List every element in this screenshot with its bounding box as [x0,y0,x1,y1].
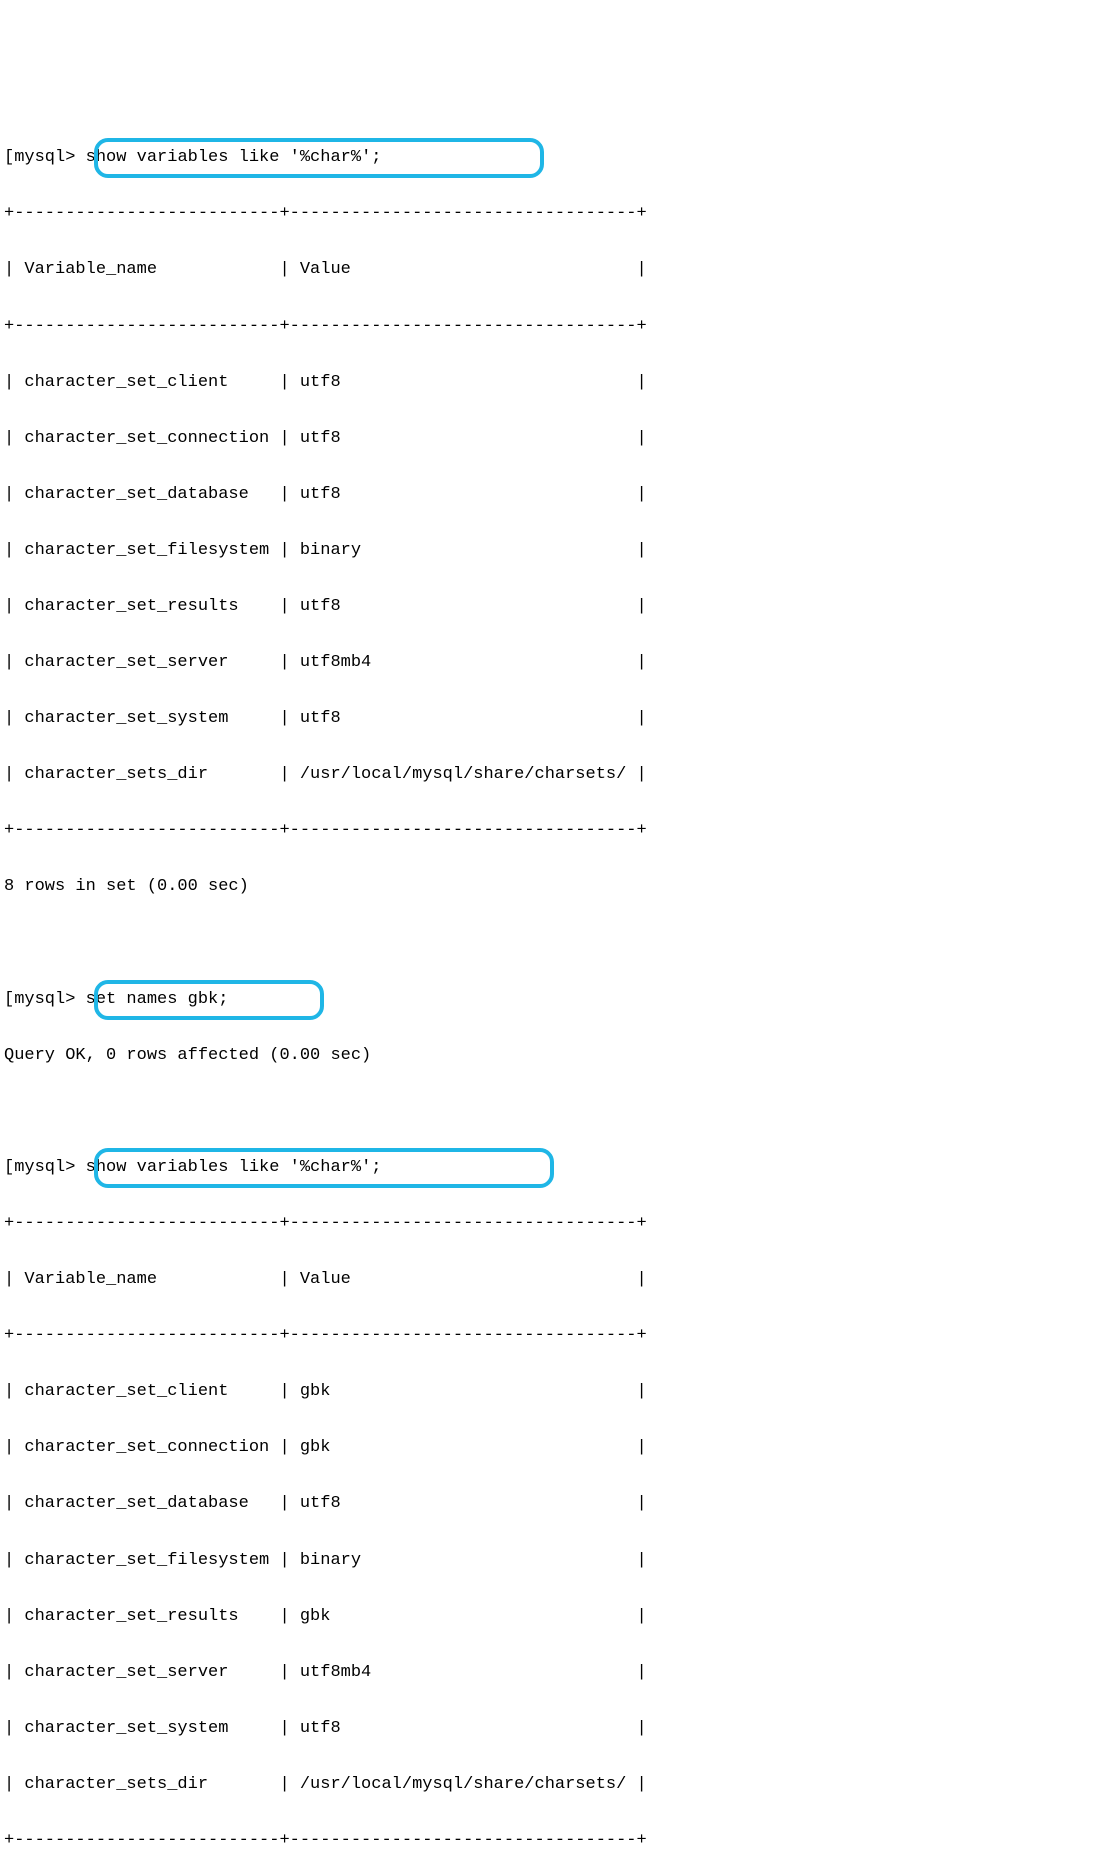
command-show-variables-1: show variables like '%char%'; [75,148,381,167]
prompt-line-2[interactable]: [mysql> set names gbk; [4,986,1108,1014]
table-row: | character_set_connection | gbk | [4,1434,1108,1462]
blank-line [4,1098,1108,1126]
table-header: | Variable_name | Value | [4,256,1108,284]
table-row: | character_set_client | gbk | [4,1378,1108,1406]
mysql-prompt: [mysql> [4,990,75,1009]
table-row: | character_set_database | utf8 | [4,481,1108,509]
table-row: | character_set_server | utf8mb4 | [4,649,1108,677]
table-border: +--------------------------+------------… [4,1827,1108,1855]
table-row: | character_set_results | gbk | [4,1603,1108,1631]
prompt-line-3[interactable]: [mysql> show variables like '%char%'; [4,1154,1108,1182]
command-show-variables-2: show variables like '%char%'; [75,1158,381,1177]
query-ok: Query OK, 0 rows affected (0.00 sec) [4,1042,1108,1070]
terminal-output: [mysql> show variables like '%char%'; +-… [4,116,1108,1860]
table-row: | character_set_results | utf8 | [4,593,1108,621]
command-set-names-gbk: set names gbk; [75,990,228,1009]
table-row: | character_sets_dir | /usr/local/mysql/… [4,1771,1108,1799]
table-row: | character_sets_dir | /usr/local/mysql/… [4,761,1108,789]
table-row: | character_set_filesystem | binary | [4,537,1108,565]
table-row: | character_set_database | utf8 | [4,1490,1108,1518]
mysql-prompt: [mysql> [4,1158,75,1177]
table-border: +--------------------------+------------… [4,1210,1108,1238]
table-row: | character_set_server | utf8mb4 | [4,1659,1108,1687]
table-row: | character_set_connection | utf8 | [4,425,1108,453]
blank-line [4,930,1108,958]
prompt-line-1[interactable]: [mysql> show variables like '%char%'; [4,144,1108,172]
table-row: | character_set_system | utf8 | [4,1715,1108,1743]
rows-in-set: 8 rows in set (0.00 sec) [4,873,1108,901]
table-border: +--------------------------+------------… [4,1322,1108,1350]
table-header: | Variable_name | Value | [4,1266,1108,1294]
table-border: +--------------------------+------------… [4,200,1108,228]
mysql-prompt: [mysql> [4,148,75,167]
table-row: | character_set_filesystem | binary | [4,1547,1108,1575]
table-row: | character_set_client | utf8 | [4,369,1108,397]
table-border: +--------------------------+------------… [4,817,1108,845]
table-border: +--------------------------+------------… [4,313,1108,341]
table-row: | character_set_system | utf8 | [4,705,1108,733]
